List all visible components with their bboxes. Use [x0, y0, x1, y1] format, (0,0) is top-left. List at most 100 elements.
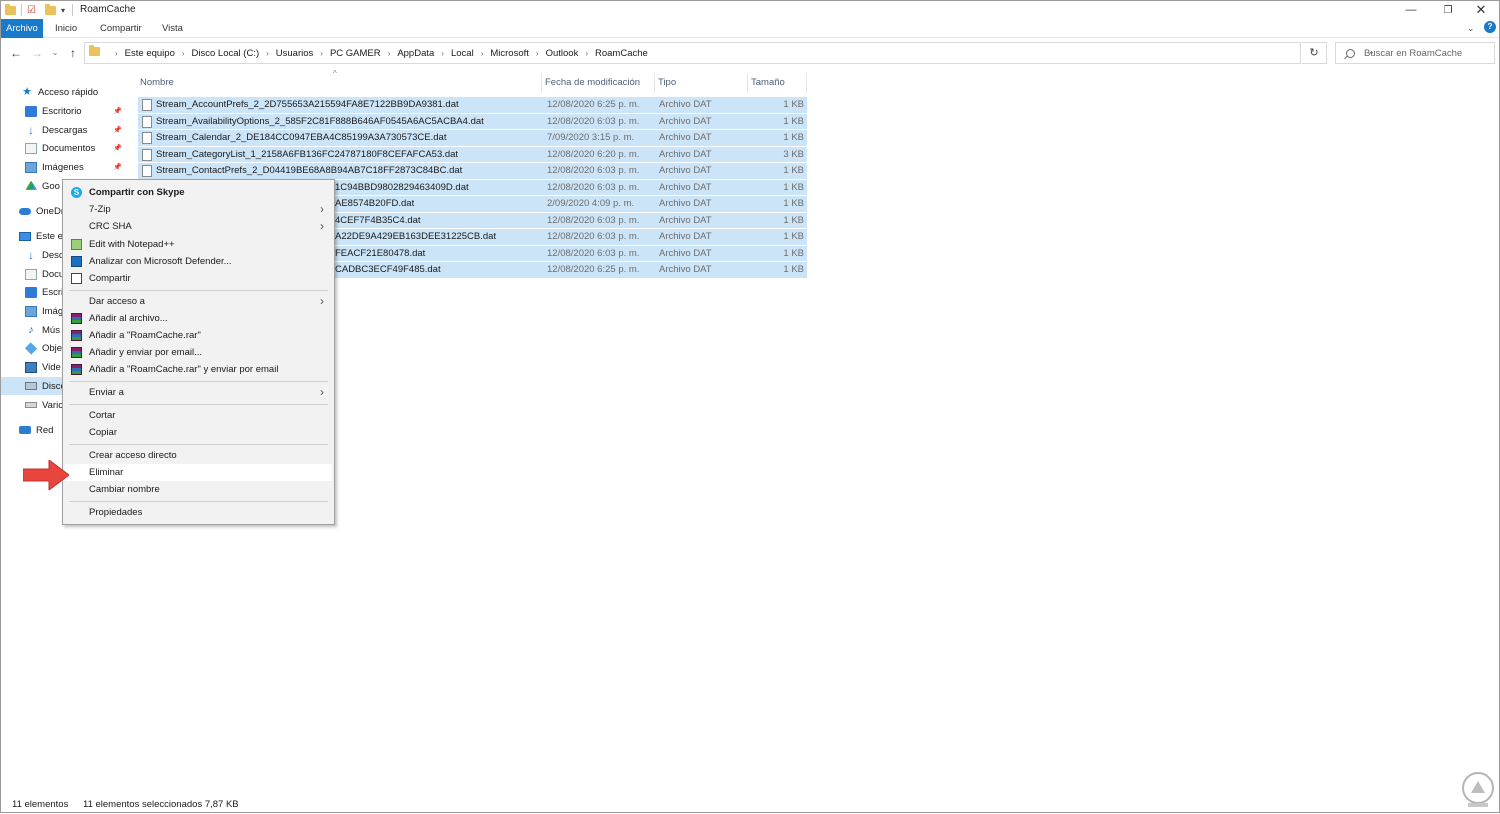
- sidebar-item-escritorio[interactable]: Escritorio 📌: [1, 102, 133, 120]
- file-date: 12/08/2020 6:03 p. m.: [547, 181, 640, 193]
- help-icon[interactable]: ?: [1484, 21, 1496, 33]
- menu-item-defender[interactable]: Analizar con Microsoft Defender...: [65, 253, 332, 270]
- tab-compartir[interactable]: Compartir: [93, 19, 149, 38]
- chevron-right-icon[interactable]: ›: [115, 49, 118, 58]
- menu-item-cortar[interactable]: Cortar: [65, 407, 332, 424]
- skype-icon: S: [71, 187, 82, 198]
- chevron-right-icon[interactable]: ›: [481, 49, 484, 58]
- table-row[interactable]: Stream_AvailabilityOptions_2_585F2C81F88…: [138, 112, 807, 129]
- file-size: 1 KB: [783, 132, 804, 143]
- chevron-right-icon[interactable]: ›: [536, 49, 539, 58]
- file-date: 12/08/2020 6:03 p. m.: [547, 247, 640, 259]
- chevron-right-icon[interactable]: ›: [441, 49, 444, 58]
- chevron-right-icon[interactable]: ›: [320, 49, 323, 58]
- breadcrumb-microsoft[interactable]: Microsoft: [490, 48, 529, 59]
- menu-item-notepad[interactable]: Edit with Notepad++: [65, 236, 332, 253]
- menu-item-anadir-rar-email[interactable]: Añadir a "RoamCache.rar" y enviar por em…: [65, 361, 332, 378]
- column-header-name[interactable]: Nombre: [138, 73, 542, 93]
- address-bar[interactable]: › Este equipo › Disco Local (C:) › Usuar…: [84, 42, 1375, 64]
- menu-separator: [69, 444, 328, 445]
- breadcrumb-local[interactable]: Local: [451, 48, 474, 59]
- file-size: 1 KB: [783, 99, 804, 110]
- sidebar-item-descargas[interactable]: ↓ Descargas 📌: [1, 121, 133, 139]
- sidebar-item-label: Obje: [42, 342, 63, 354]
- menu-item-label: Analizar con Microsoft Defender...: [89, 256, 232, 267]
- chevron-right-icon[interactable]: ›: [585, 49, 588, 58]
- column-header-date[interactable]: Fecha de modificación: [543, 73, 655, 93]
- column-header-type[interactable]: Tipo: [656, 73, 748, 93]
- sidebar-item-documentos[interactable]: Documentos 📌: [1, 139, 133, 157]
- search-box[interactable]: [1335, 42, 1495, 64]
- chevron-right-icon[interactable]: ›: [388, 49, 391, 58]
- recent-locations-icon[interactable]: ⌄: [47, 45, 63, 61]
- refresh-button[interactable]: ↻: [1302, 42, 1327, 64]
- expand-ribbon-icon[interactable]: ⌄: [1467, 23, 1475, 34]
- menu-item-compartir[interactable]: Compartir: [65, 270, 332, 287]
- file-date: 7/09/2020 3:15 p. m.: [547, 132, 635, 143]
- menu-item-label: Añadir al archivo...: [89, 313, 168, 324]
- file-date: 12/08/2020 6:03 p. m.: [547, 231, 640, 242]
- close-button[interactable]: ✕: [1461, 1, 1500, 19]
- menu-item-anadir-archivo[interactable]: Añadir al archivo...: [65, 310, 332, 327]
- file-date: 12/08/2020 6:20 p. m.: [547, 148, 640, 160]
- file-date: 12/08/2020 6:03 p. m.: [547, 115, 640, 127]
- new-folder-icon[interactable]: [45, 3, 56, 17]
- file-name: Stream_ContactPrefs_2_D04419BE68A8B94AB7…: [156, 165, 463, 176]
- sidebar-item-label: Este e: [36, 230, 63, 242]
- breadcrumb-disco-local[interactable]: Disco Local (C:): [192, 48, 260, 59]
- tab-inicio[interactable]: Inicio: [48, 19, 84, 38]
- breadcrumb-outlook[interactable]: Outlook: [546, 48, 579, 59]
- menu-item-anadir-email[interactable]: Añadir y enviar por email...: [65, 344, 332, 361]
- table-row[interactable]: Stream_CategoryList_1_2158A6FB136FC24787…: [138, 145, 807, 162]
- minimize-button[interactable]: —: [1391, 1, 1431, 19]
- sidebar-item-label: Imágenes: [42, 161, 84, 173]
- breadcrumb-pc-gamer[interactable]: PC GAMER: [330, 48, 381, 59]
- search-input[interactable]: [1364, 47, 1494, 59]
- sidebar-item-label: Red: [36, 424, 54, 436]
- tab-vista[interactable]: Vista: [155, 19, 190, 38]
- notepad-plus-icon: [71, 239, 82, 250]
- tab-archivo[interactable]: Archivo: [1, 19, 43, 38]
- sidebar-item-label: Desc: [42, 249, 64, 261]
- forward-arrow-icon[interactable]: →: [29, 45, 45, 61]
- sidebar-item-quick-access[interactable]: ★ Acceso rápido: [1, 83, 133, 101]
- file-type: Archivo DAT: [659, 99, 712, 110]
- file-type: Archivo DAT: [659, 181, 712, 193]
- menu-item-7zip[interactable]: 7-Zip ›: [65, 201, 332, 218]
- menu-item-propiedades[interactable]: Propiedades: [65, 504, 332, 521]
- file-size: 1 KB: [783, 214, 804, 226]
- sidebar-item-label: Escri: [42, 286, 64, 298]
- menu-item-eliminar[interactable]: Eliminar: [65, 464, 332, 481]
- breadcrumb-roamcache[interactable]: RoamCache: [595, 48, 648, 59]
- file-date: 12/08/2020 6:03 p. m.: [547, 165, 640, 176]
- table-row[interactable]: Stream_Calendar_2_DE184CC0947EBA4C85199A…: [138, 129, 807, 146]
- menu-item-anadir-rar[interactable]: Añadir a "RoamCache.rar": [65, 327, 332, 344]
- table-row[interactable]: Stream_AccountPrefs_2_2D755653A215594FA8…: [138, 96, 807, 113]
- menu-item-crear-acceso-directo[interactable]: Crear acceso directo: [65, 447, 332, 464]
- menu-item-copiar[interactable]: Copiar: [65, 424, 332, 441]
- breadcrumb-appdata[interactable]: AppData: [397, 48, 434, 59]
- table-row[interactable]: Stream_ContactPrefs_2_D04419BE68A8B94AB7…: [138, 162, 807, 179]
- menu-item-enviar-a[interactable]: Enviar a ›: [65, 384, 332, 401]
- column-header-size[interactable]: Tamaño: [749, 73, 807, 93]
- menu-item-cambiar-nombre[interactable]: Cambiar nombre: [65, 481, 332, 498]
- menu-item-compartir-skype[interactable]: S Compartir con Skype: [65, 184, 332, 201]
- breadcrumb-usuarios[interactable]: Usuarios: [276, 48, 314, 59]
- menu-item-crc-sha[interactable]: CRC SHA ›: [65, 218, 332, 235]
- desktop-icon: [25, 286, 37, 298]
- up-arrow-icon[interactable]: ↑: [65, 45, 81, 61]
- chevron-right-icon[interactable]: ›: [182, 49, 185, 58]
- sidebar-item-imagenes[interactable]: Imágenes 📌: [1, 158, 133, 176]
- chevron-right-icon[interactable]: ›: [266, 49, 269, 58]
- back-arrow-icon[interactable]: ←: [8, 45, 24, 61]
- file-name: Stream_CategoryList_1_2158A6FB136FC24787…: [156, 148, 459, 160]
- menu-item-label: Copiar: [89, 427, 117, 438]
- properties-icon[interactable]: ☑: [27, 3, 39, 17]
- menu-item-dar-acceso[interactable]: Dar acceso a ›: [65, 293, 332, 310]
- customize-toolbar-icon[interactable]: ▾: [61, 3, 65, 17]
- chevron-right-icon: ›: [320, 385, 324, 399]
- breadcrumb-este-equipo[interactable]: Este equipo: [125, 48, 175, 59]
- sidebar-item-label: Imág: [42, 305, 64, 317]
- file-type: Archivo DAT: [659, 264, 712, 275]
- menu-item-label: Añadir a "RoamCache.rar": [89, 330, 201, 341]
